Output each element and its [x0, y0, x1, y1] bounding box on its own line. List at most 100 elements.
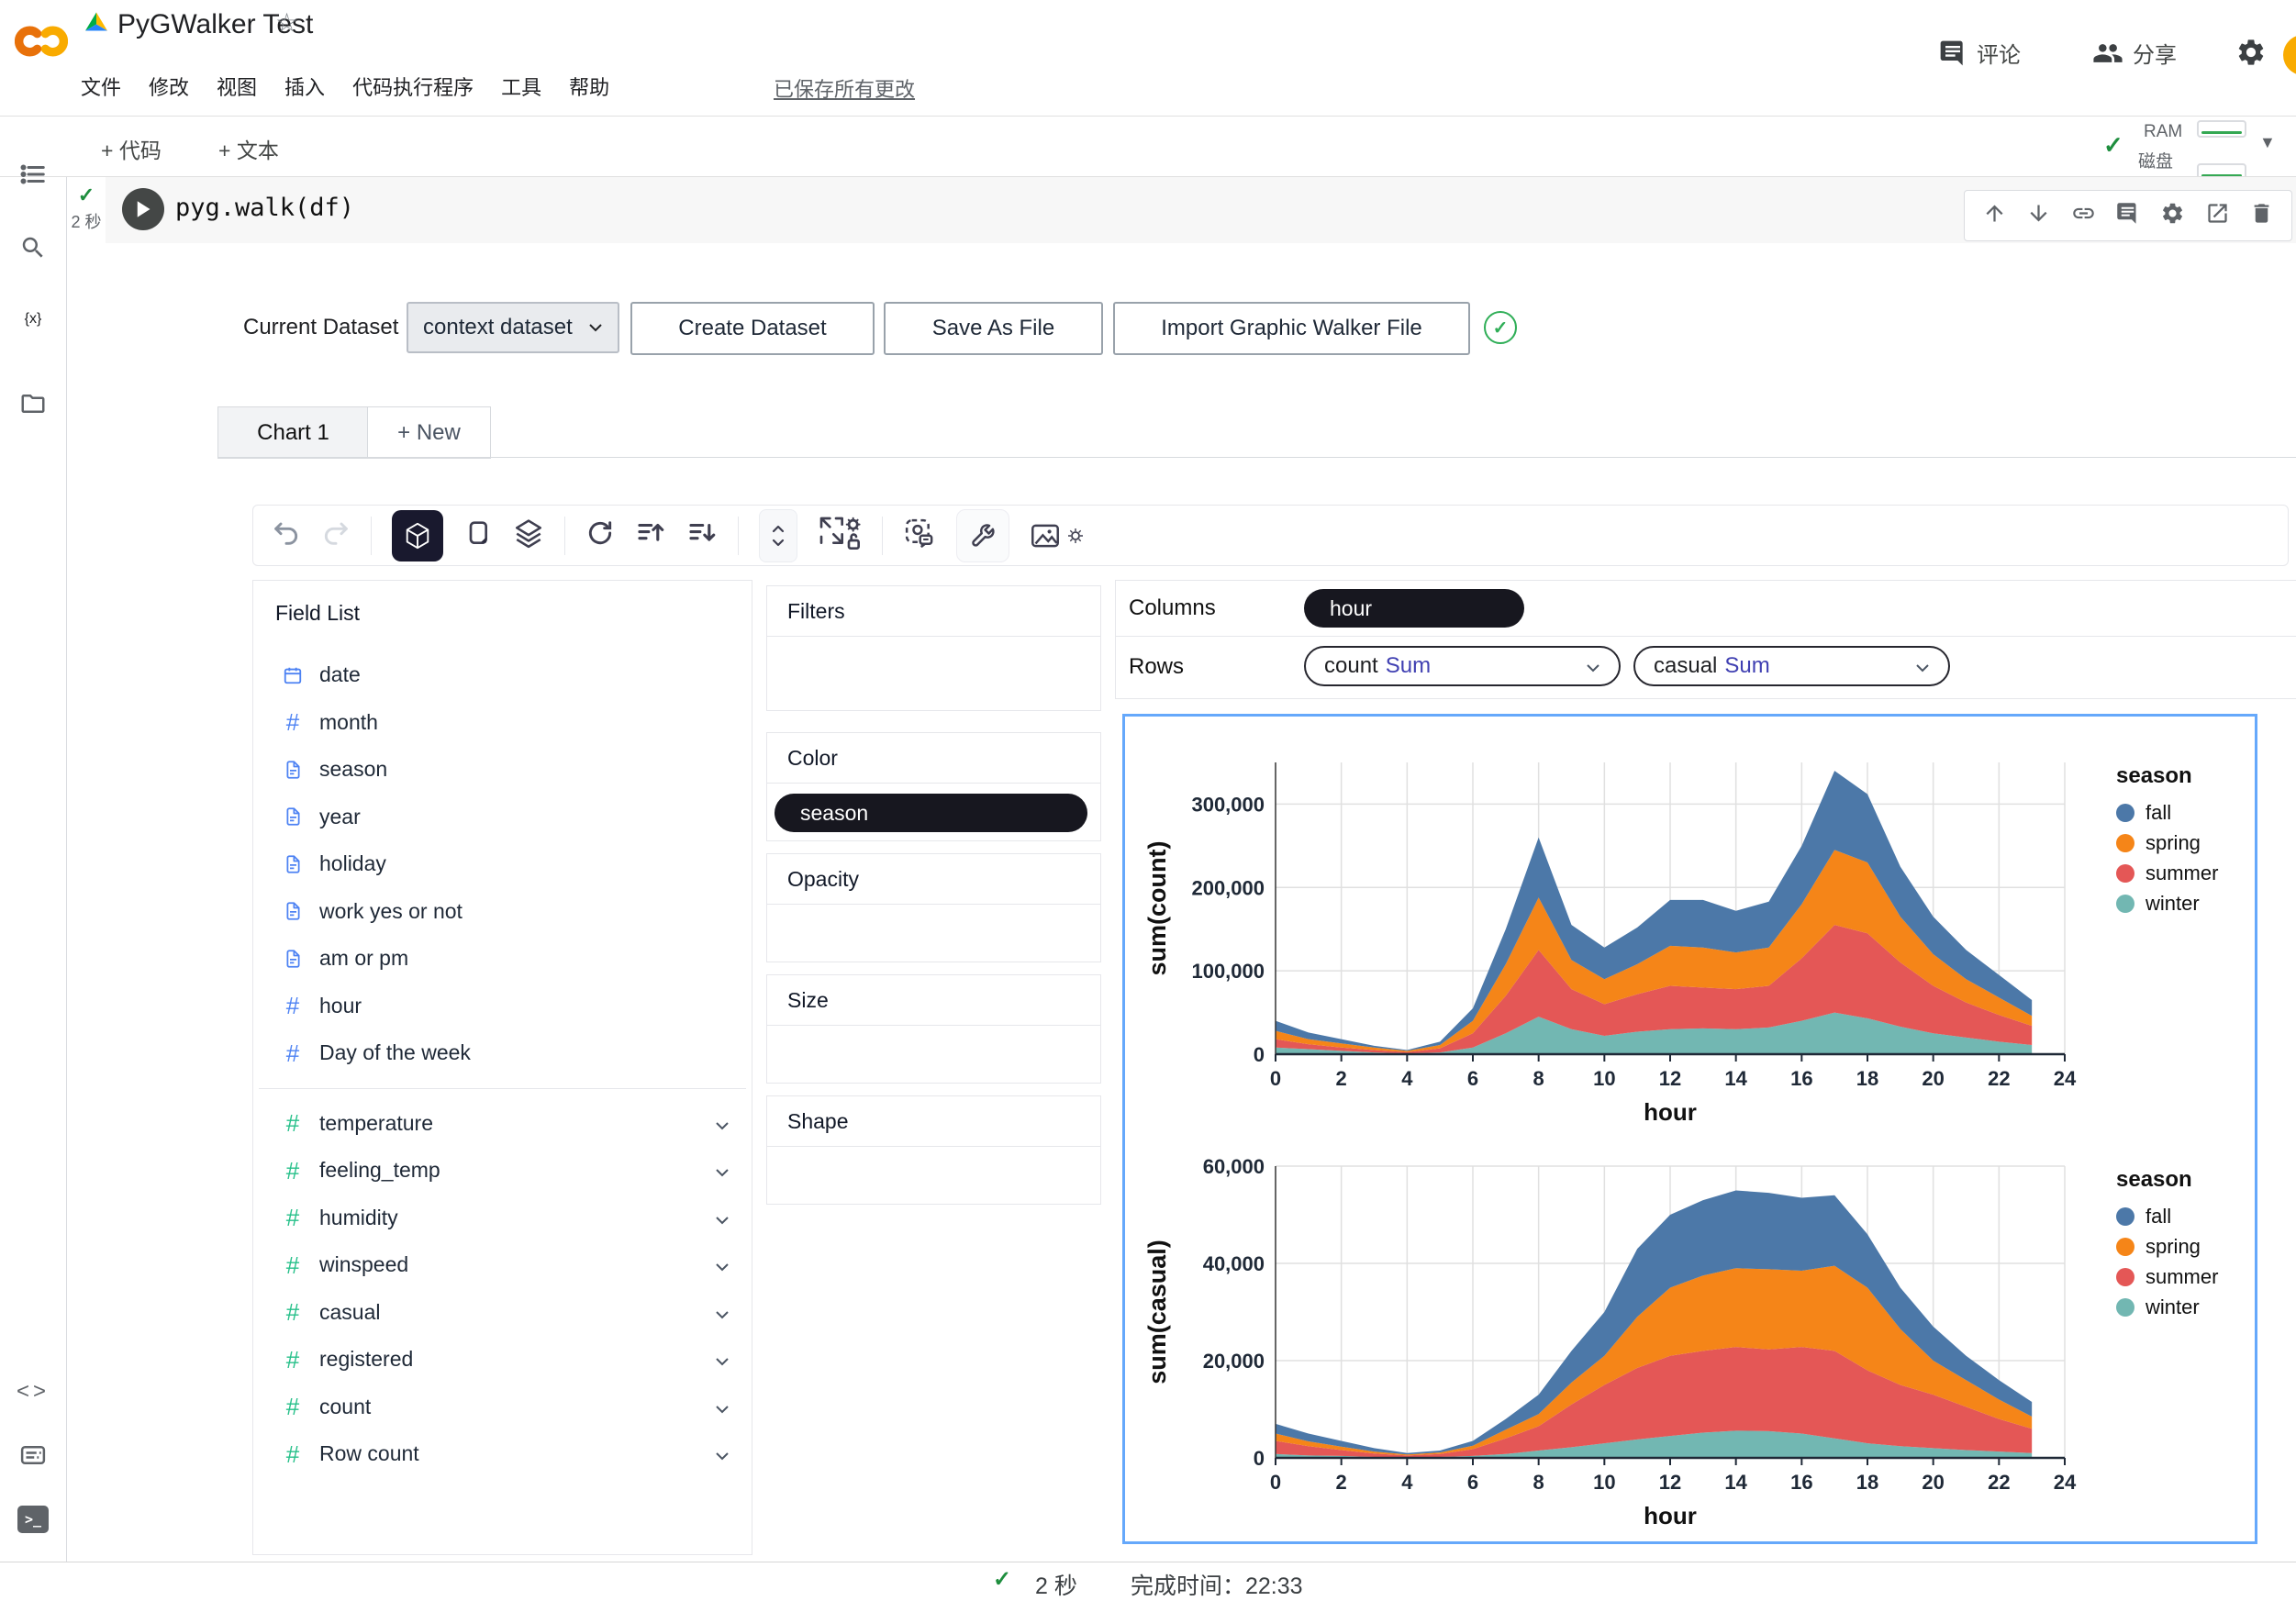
cell-code[interactable]: pyg.walk(df) [175, 194, 354, 222]
field-item-temperature[interactable]: #temperature [253, 1100, 752, 1148]
link-icon[interactable] [2071, 201, 2096, 230]
save-status[interactable]: 已保存所有更改 [774, 73, 915, 103]
open-in-tab-icon[interactable] [2205, 201, 2230, 230]
layers-icon[interactable] [513, 517, 544, 553]
menu-item-6[interactable]: 帮助 [569, 72, 609, 101]
expand-settings-icon[interactable] [818, 515, 862, 556]
command-palette-icon[interactable] [0, 1441, 66, 1469]
field-item-holiday[interactable]: holiday [253, 840, 752, 888]
chevron-down-icon[interactable] [715, 1111, 730, 1136]
area-chart-sum-casual[interactable]: 024681012141618202224020,00040,00060,000… [1138, 1131, 2239, 1535]
color-shelf[interactable]: Color season [766, 732, 1101, 841]
sort-asc-icon[interactable] [635, 517, 666, 553]
menu-item-0[interactable]: 文件 [81, 72, 121, 101]
field-item-humidity[interactable]: #humidity [253, 1195, 752, 1242]
toc-icon[interactable] [0, 161, 66, 188]
field-item-row-count[interactable]: #Row count [253, 1430, 752, 1478]
filters-shelf[interactable]: Filters [766, 585, 1101, 711]
avatar[interactable] [2283, 35, 2296, 75]
field-item-year[interactable]: year [253, 794, 752, 841]
variables-icon[interactable]: {x} [0, 311, 66, 328]
field-item-season[interactable]: season [253, 746, 752, 794]
comment-icon[interactable] [2115, 201, 2140, 230]
share-button[interactable]: 分享 [2092, 37, 2177, 69]
chevron-down-icon[interactable] [1586, 653, 1600, 679]
chart-canvas[interactable]: 0246810121416182022240100,000200,000300,… [1122, 714, 2257, 1544]
field-item-hour[interactable]: #hour [253, 983, 752, 1030]
chevron-down-icon[interactable] [715, 1347, 730, 1372]
save-as-file-button[interactable]: Save As File [884, 302, 1103, 355]
terminal-icon[interactable]: >_ [0, 1506, 66, 1533]
create-dataset-button[interactable]: Create Dataset [630, 302, 875, 355]
menu-item-1[interactable]: 修改 [149, 72, 189, 101]
field-item-date[interactable]: date [253, 651, 752, 699]
files-icon[interactable] [0, 390, 66, 417]
add-text-button[interactable]: + 文本 [218, 133, 279, 164]
opacity-shelf[interactable]: Opacity [766, 853, 1101, 962]
settings-icon[interactable] [2160, 201, 2185, 230]
field-item-month[interactable]: #month [253, 699, 752, 747]
svg-text:2: 2 [1336, 1471, 1347, 1494]
chevron-down-icon[interactable] [715, 1206, 730, 1230]
geom-cube-button[interactable] [392, 510, 443, 561]
columns-shelf[interactable]: Columns hour [1115, 580, 2296, 637]
chevron-down-icon[interactable] [715, 1441, 730, 1466]
undo-icon[interactable] [272, 518, 301, 552]
annotate-icon[interactable] [903, 517, 936, 554]
columns-pill-hour[interactable]: hour [1304, 589, 1524, 628]
field-item-day-of-the-week[interactable]: #Day of the week [253, 1029, 752, 1077]
ram-usage-bar[interactable] [2197, 120, 2246, 138]
svg-text:12: 12 [1659, 1471, 1681, 1494]
tab-chart-1[interactable]: Chart 1 [217, 406, 369, 459]
chevron-down-icon[interactable] [1915, 653, 1930, 679]
field-item-feeling_temp[interactable]: #feeling_temp [253, 1147, 752, 1195]
size-label: Size [767, 975, 1100, 1026]
import-gw-file-button[interactable]: Import Graphic Walker File [1113, 302, 1470, 355]
tab-new[interactable]: + New [367, 406, 491, 459]
svg-text:22: 22 [1988, 1471, 2010, 1494]
chevron-down-icon[interactable] [715, 1158, 730, 1183]
rows-shelf[interactable]: Rows countSumcasualSum [1115, 637, 2296, 699]
menu-item-5[interactable]: 工具 [501, 72, 541, 101]
export-image-icon[interactable] [1030, 521, 1085, 550]
cell-output: Current Dataset context dataset Create D… [106, 243, 2296, 1562]
wrench-button[interactable] [956, 509, 1009, 562]
field-item-count[interactable]: #count [253, 1384, 752, 1431]
sort-desc-icon[interactable] [686, 517, 718, 553]
size-shelf[interactable]: Size [766, 974, 1101, 1084]
code-snippets-icon[interactable]: <> [0, 1379, 66, 1405]
menu-item-3[interactable]: 插入 [284, 72, 325, 101]
settings-gear-icon[interactable] [2235, 37, 2267, 68]
comments-button[interactable]: 评论 [1938, 37, 2021, 69]
redo-icon[interactable] [321, 518, 351, 552]
colab-logo-icon[interactable] [15, 22, 68, 61]
field-item-am-or-pm[interactable]: am or pm [253, 935, 752, 983]
run-cell-button[interactable] [122, 188, 164, 230]
search-icon[interactable] [0, 234, 66, 261]
star-icon[interactable]: ☆ [275, 7, 298, 38]
rows-pill-count[interactable]: countSum [1304, 646, 1621, 686]
field-item-casual[interactable]: #casual [253, 1289, 752, 1337]
dataset-select[interactable]: context dataset [407, 302, 619, 353]
color-field-pill[interactable]: season [775, 794, 1087, 832]
duplicate-icon[interactable] [463, 518, 493, 552]
add-code-button[interactable]: + 代码 [101, 133, 162, 164]
field-item-registered[interactable]: #registered [253, 1336, 752, 1384]
menu-item-4[interactable]: 代码执行程序 [352, 72, 474, 101]
delete-icon[interactable] [2249, 201, 2274, 230]
chevron-down-icon[interactable] [715, 1395, 730, 1419]
move-down-icon[interactable] [2026, 201, 2051, 230]
move-up-icon[interactable] [1982, 201, 2007, 230]
shape-shelf[interactable]: Shape [766, 1095, 1101, 1205]
export-settings-gear-icon[interactable] [1066, 527, 1085, 545]
area-chart-sum-count[interactable]: 0246810121416182022240100,000200,000300,… [1138, 728, 2239, 1131]
chevron-down-icon[interactable] [715, 1300, 730, 1325]
resources-dropdown-icon[interactable]: ▼ [2259, 133, 2276, 152]
field-item-work-yes-or-not[interactable]: work yes or not [253, 888, 752, 936]
resize-mode-button[interactable] [759, 509, 797, 562]
field-item-winspeed[interactable]: #winspeed [253, 1241, 752, 1289]
chevron-down-icon[interactable] [715, 1252, 730, 1277]
rows-pill-casual[interactable]: casualSum [1633, 646, 1950, 686]
refresh-icon[interactable] [585, 518, 615, 552]
menu-item-2[interactable]: 视图 [217, 72, 257, 101]
